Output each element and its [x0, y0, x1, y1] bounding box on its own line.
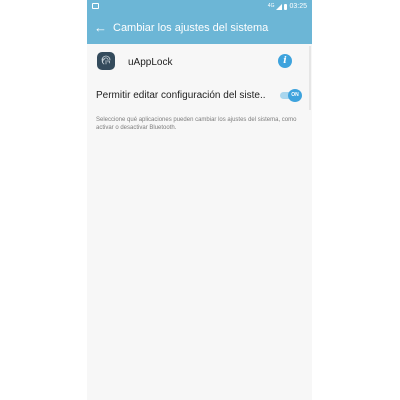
setting-label: Permitir editar configuración del siste.…: [96, 90, 266, 101]
status-time: 03:25: [289, 3, 307, 10]
battery-icon: [284, 3, 288, 10]
permission-setting-row[interactable]: Permitir editar configuración del siste.…: [87, 82, 312, 110]
info-icon[interactable]: i: [278, 54, 292, 68]
phone-screen: 4G 03:25 ← Cambiar los ajustes del siste…: [87, 0, 312, 400]
signal-icon: [276, 3, 283, 10]
status-indicators: 4G 03:25: [268, 2, 307, 11]
network-type-label: 4G: [267, 3, 275, 9]
notification-icon: [92, 3, 99, 9]
setting-description: Seleccione qué aplicaciones pueden cambi…: [96, 117, 297, 131]
app-header-row: uAppLock i: [87, 48, 312, 76]
back-arrow-icon[interactable]: ←: [94, 20, 107, 36]
toggle-thumb: ON: [288, 89, 302, 102]
page-title: Cambiar los ajustes del sistema: [113, 22, 269, 34]
permission-toggle[interactable]: ON: [280, 89, 303, 102]
status-bar: 4G 03:25: [87, 0, 312, 13]
app-name: uAppLock: [128, 57, 173, 68]
fingerprint-icon: [97, 52, 115, 70]
app-bar: ← Cambiar los ajustes del sistema: [87, 13, 312, 44]
